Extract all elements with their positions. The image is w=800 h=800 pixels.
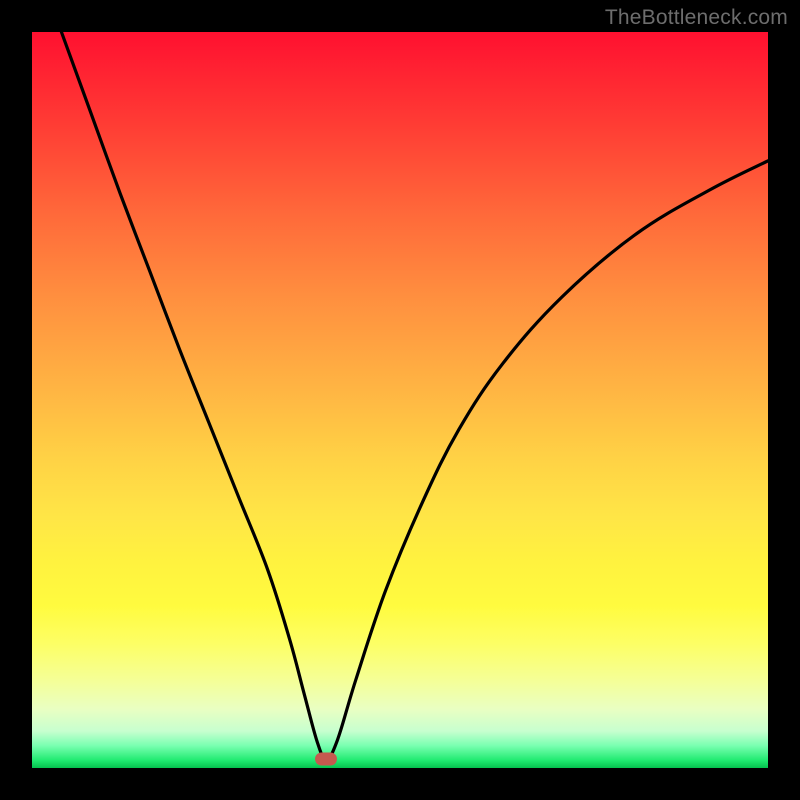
bottleneck-curve xyxy=(61,32,768,759)
plot-area xyxy=(32,32,768,768)
minimum-marker xyxy=(315,753,337,766)
watermark-text: TheBottleneck.com xyxy=(605,6,788,30)
curve-svg xyxy=(32,32,768,768)
chart-frame: TheBottleneck.com xyxy=(0,0,800,800)
